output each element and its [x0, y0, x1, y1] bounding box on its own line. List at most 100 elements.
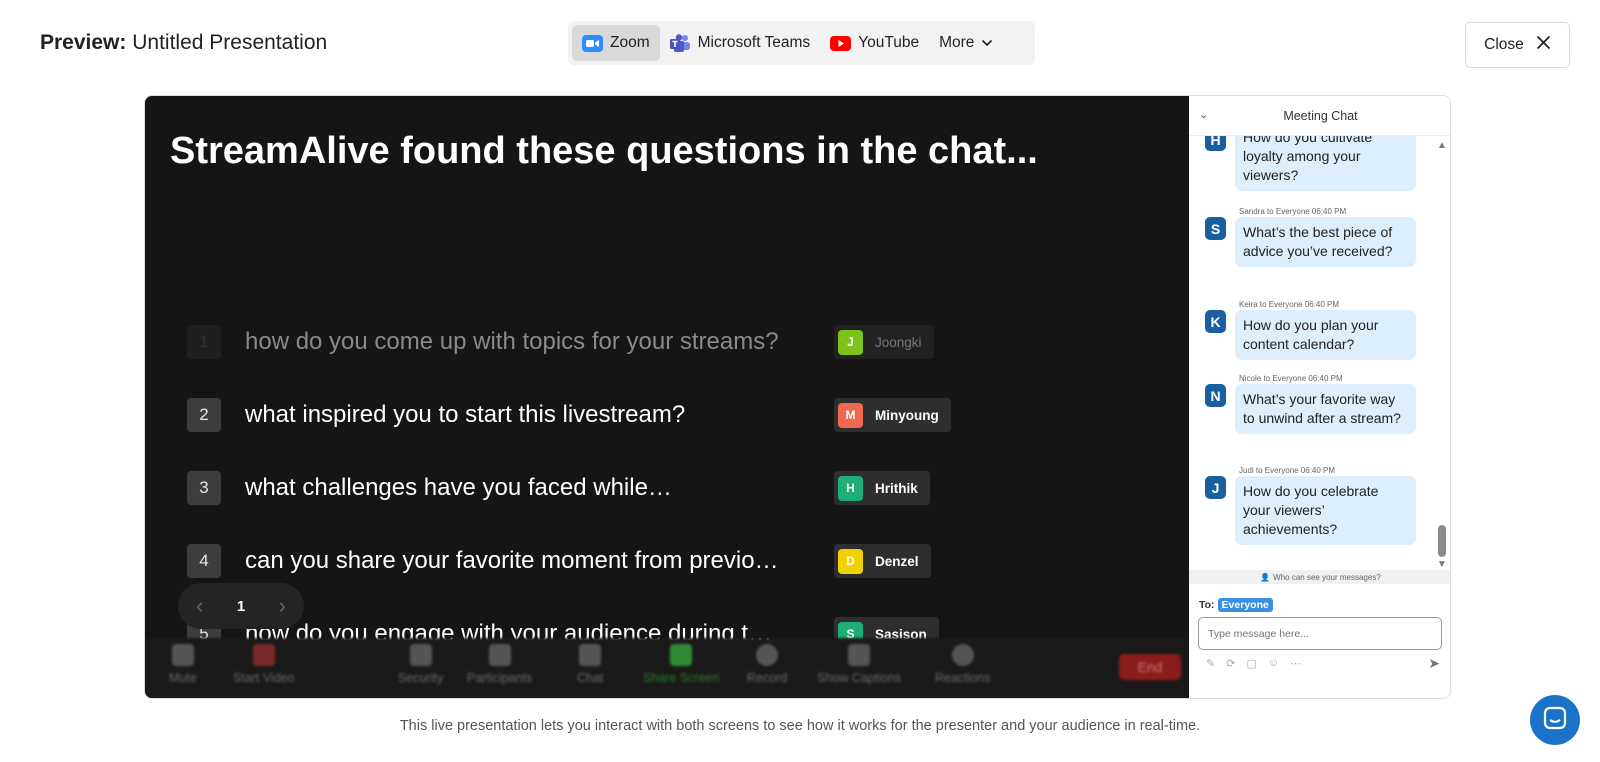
video-off-icon [252, 644, 275, 666]
security-label: Security [398, 671, 444, 685]
question-number: 4 [187, 544, 221, 578]
emoji-icon[interactable]: ☺ [1268, 657, 1279, 669]
more-icon[interactable]: ⋯ [1290, 657, 1301, 670]
question-item[interactable]: 4 can you share your favorite moment fro… [187, 541, 1147, 581]
zoom-toolbar: Mute Start Video Security Participants C… [145, 638, 1189, 698]
question-text: how do you come up with topics for your … [245, 328, 779, 355]
participants-icon [488, 644, 511, 666]
share-screen-button[interactable]: Share Screen [643, 644, 719, 685]
question-author: D Denzel [834, 544, 931, 578]
person-icon: 👤 [1260, 572, 1271, 582]
close-button[interactable]: Close [1465, 22, 1570, 68]
next-page-icon[interactable]: › [279, 593, 286, 619]
chat-title: Meeting Chat [1283, 108, 1358, 123]
question-number: 2 [187, 398, 221, 432]
help-chat-button[interactable] [1530, 695, 1580, 745]
tab-microsoft-teams[interactable]: Microsoft Teams [660, 25, 821, 61]
chat-label: Chat [577, 671, 604, 685]
chat-bubble-icon [1543, 706, 1567, 735]
tab-youtube[interactable]: YouTube [820, 25, 929, 61]
shield-icon [409, 644, 432, 666]
message-bubble: How do you plan your content calendar? [1235, 310, 1416, 360]
reactions-button[interactable]: Reactions [935, 644, 991, 685]
share-screen-label: Share Screen [643, 671, 720, 685]
meeting-chat-panel: ⌄ Meeting Chat H How do you cultivate lo… [1189, 96, 1450, 698]
message-bubble: What’s your favorite way to unwind after… [1235, 384, 1416, 434]
tab-youtube-label: YouTube [858, 34, 920, 51]
chat-header: ⌄ Meeting Chat [1189, 96, 1450, 136]
chat-button[interactable]: Chat [577, 644, 603, 685]
to-label: To: [1199, 599, 1215, 611]
scroll-thumb[interactable] [1438, 525, 1446, 557]
record-button[interactable]: Record [747, 644, 787, 685]
tab-zoom[interactable]: Zoom [572, 25, 660, 61]
author-avatar: H [838, 475, 863, 501]
question-item[interactable]: 3 what challenges have you faced while… … [187, 468, 1147, 508]
page-title: Preview: Untitled Presentation [40, 31, 327, 55]
tab-more-label: More [939, 34, 975, 51]
teams-icon [669, 33, 691, 52]
sender-avatar: K [1205, 310, 1226, 333]
tab-zoom-label: Zoom [610, 34, 650, 51]
security-button[interactable]: Security [398, 644, 443, 685]
question-item[interactable]: 1 how do you come up with topics for you… [187, 322, 1147, 362]
recipient-select[interactable]: Everyone [1217, 598, 1273, 612]
question-number: 3 [187, 471, 221, 505]
captions-icon [848, 644, 871, 666]
question-item[interactable]: 2 what inspired you to start this livest… [187, 395, 1147, 435]
question-text: what inspired you to start this livestre… [245, 401, 686, 428]
tab-teams-label: Microsoft Teams [697, 34, 811, 51]
record-label: Record [747, 671, 788, 685]
message-meta: Judi to Everyone 06:40 PM [1239, 466, 1336, 475]
show-captions-button[interactable]: Show Captions [817, 644, 901, 685]
slide-title: StreamAlive found these questions in the… [170, 130, 1038, 172]
presentation-slide: StreamAlive found these questions in the… [145, 96, 1189, 698]
show-captions-label: Show Captions [817, 671, 902, 685]
footnote: This live presentation lets you interact… [399, 718, 1201, 734]
microphone-icon [171, 644, 194, 666]
share-screen-icon [670, 644, 693, 666]
title-prefix: Preview: [40, 31, 127, 54]
mute-button[interactable]: Mute [169, 644, 197, 685]
chat-icon [579, 644, 602, 666]
question-author: H Hrithik [834, 471, 930, 505]
author-name: Denzel [875, 553, 919, 569]
start-video-button[interactable]: Start Video [233, 644, 295, 685]
presentation-name: Untitled Presentation [132, 31, 328, 54]
mute-label: Mute [169, 671, 197, 685]
pagination: ‹ 1 › [178, 583, 304, 629]
file-icon[interactable]: ▢ [1246, 657, 1256, 670]
message-meta: Sandra to Everyone 06:40 PM [1239, 207, 1347, 216]
scroll-up-icon[interactable]: ▲ [1437, 140, 1447, 151]
send-icon[interactable]: ➤ [1428, 655, 1440, 672]
who-can-see-link[interactable]: 👤 Who can see your messages? [1189, 570, 1450, 584]
zoom-icon [582, 34, 603, 52]
tab-more[interactable]: More [929, 25, 1003, 61]
author-avatar: D [838, 548, 863, 574]
reactions-label: Reactions [935, 671, 991, 685]
preview-stage: StreamAlive found these questions in the… [144, 95, 1451, 699]
sender-avatar: H [1205, 136, 1226, 151]
sender-avatar: S [1205, 217, 1226, 240]
recipient-row: To: Everyone [1199, 598, 1273, 612]
author-name: Hrithik [875, 480, 918, 496]
end-meeting-button[interactable]: End [1119, 654, 1181, 680]
participants-label: Participants [467, 671, 533, 685]
chat-scrollbar[interactable]: ▲ ▼ [1434, 136, 1450, 570]
message-bubble: How do you celebrate your viewers’ achie… [1235, 476, 1416, 545]
author-avatar: J [838, 329, 863, 355]
question-author: M Minyoung [834, 398, 951, 432]
message-meta: Keira to Everyone 06:40 PM [1239, 300, 1340, 309]
reactions-icon [951, 644, 974, 666]
record-icon [756, 644, 779, 666]
chat-message-input[interactable] [1198, 617, 1442, 650]
format-icon[interactable]: ✎ [1206, 657, 1215, 670]
author-name: Minyoung [875, 407, 939, 423]
scroll-down-icon[interactable]: ▼ [1437, 559, 1447, 570]
collapse-chevron-icon[interactable]: ⌄ [1199, 108, 1208, 121]
participants-button[interactable]: Participants [467, 644, 532, 685]
screenshot-icon[interactable]: ⟳ [1226, 657, 1235, 670]
prev-page-icon[interactable]: ‹ [196, 593, 203, 619]
message-meta: Nicole to Everyone 06:40 PM [1239, 374, 1343, 383]
chat-messages: H How do you cultivate loyalty among you… [1189, 136, 1434, 570]
